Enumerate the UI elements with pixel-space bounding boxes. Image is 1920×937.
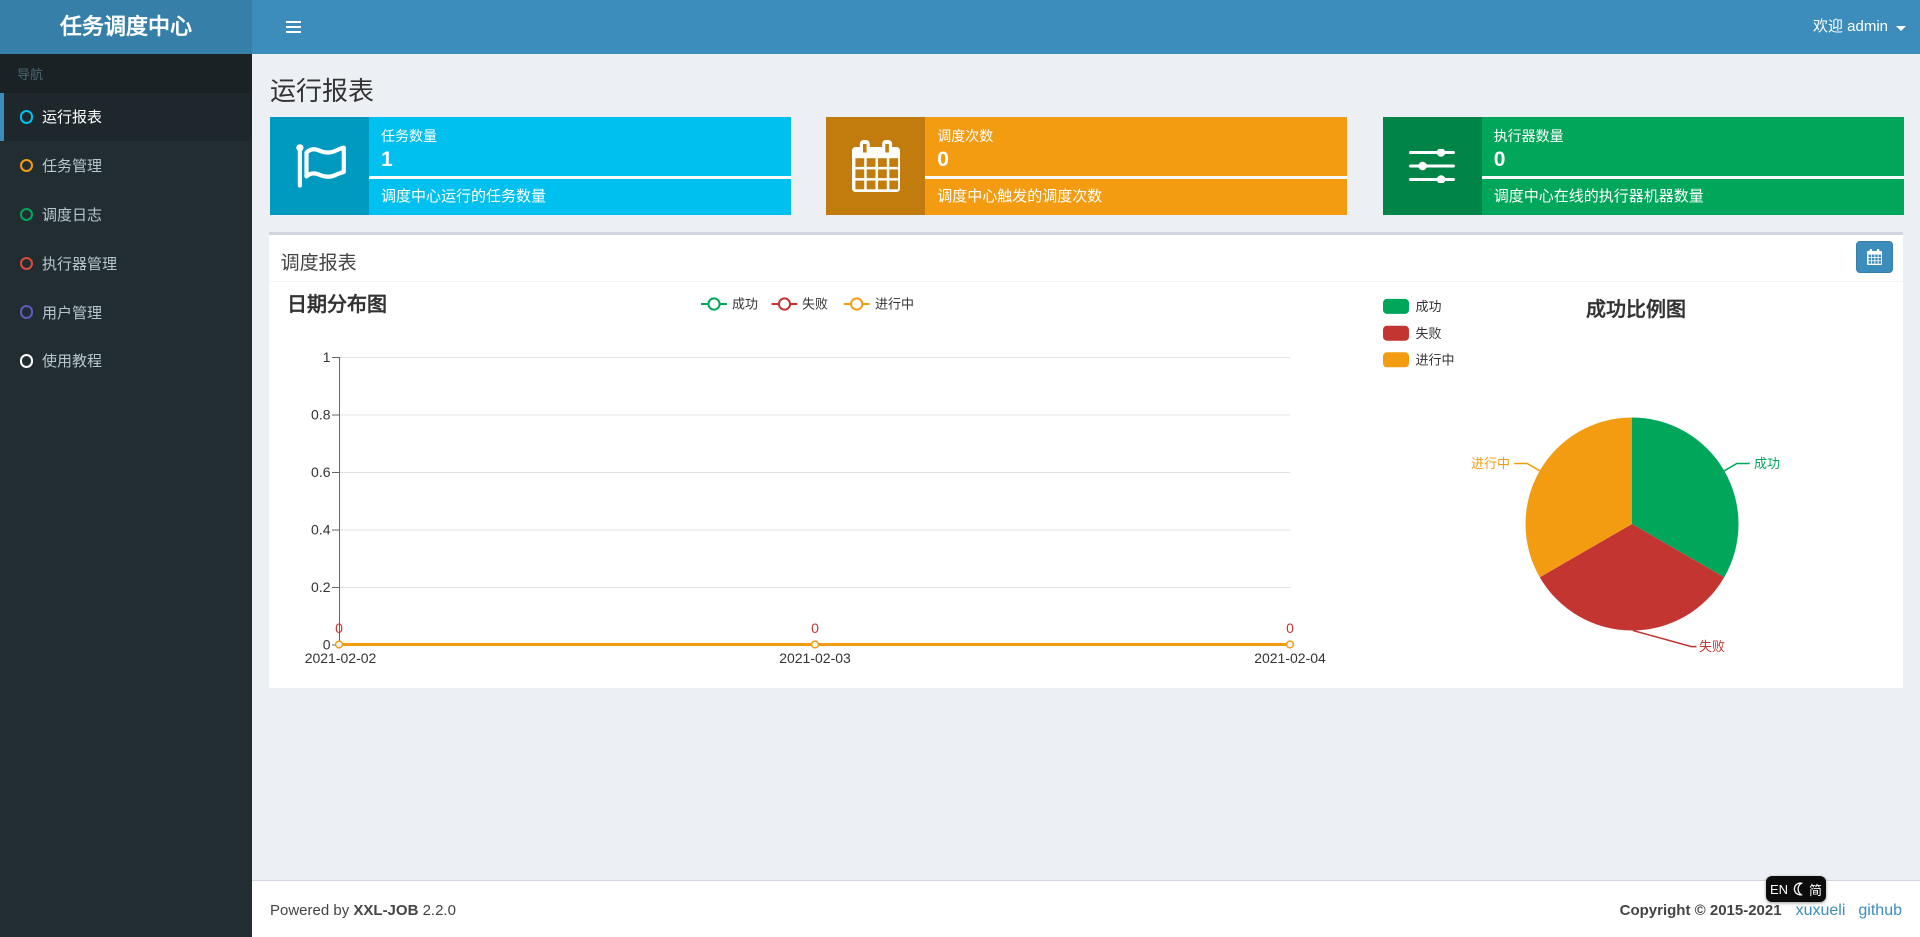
- svg-text:0: 0: [811, 620, 819, 636]
- svg-text:0.2: 0.2: [311, 579, 331, 595]
- svg-text:失败: 失败: [802, 296, 828, 311]
- svg-text:进行中: 进行中: [875, 296, 914, 311]
- svg-text:成功比例图: 成功比例图: [1586, 297, 1686, 321]
- svg-text:失败: 失败: [1699, 639, 1725, 654]
- svg-text:0.6: 0.6: [311, 464, 331, 480]
- svg-text:成功: 成功: [1416, 299, 1442, 314]
- svg-text:0: 0: [335, 620, 343, 636]
- svg-text:1: 1: [323, 349, 331, 365]
- svg-text:2021-02-04: 2021-02-04: [1254, 650, 1326, 666]
- svg-text:失败: 失败: [1416, 326, 1442, 341]
- svg-text:成功: 成功: [732, 296, 758, 311]
- svg-text:2021-02-03: 2021-02-03: [779, 650, 851, 666]
- svg-text:0: 0: [1286, 620, 1294, 636]
- svg-text:日期分布图: 日期分布图: [287, 292, 387, 316]
- svg-text:成功: 成功: [1754, 456, 1780, 471]
- svg-text:2021-02-02: 2021-02-02: [305, 650, 377, 666]
- svg-text:进行中: 进行中: [1471, 456, 1510, 471]
- svg-text:0.8: 0.8: [311, 406, 331, 422]
- svg-text:0.4: 0.4: [311, 521, 331, 537]
- svg-text:进行中: 进行中: [1416, 352, 1455, 367]
